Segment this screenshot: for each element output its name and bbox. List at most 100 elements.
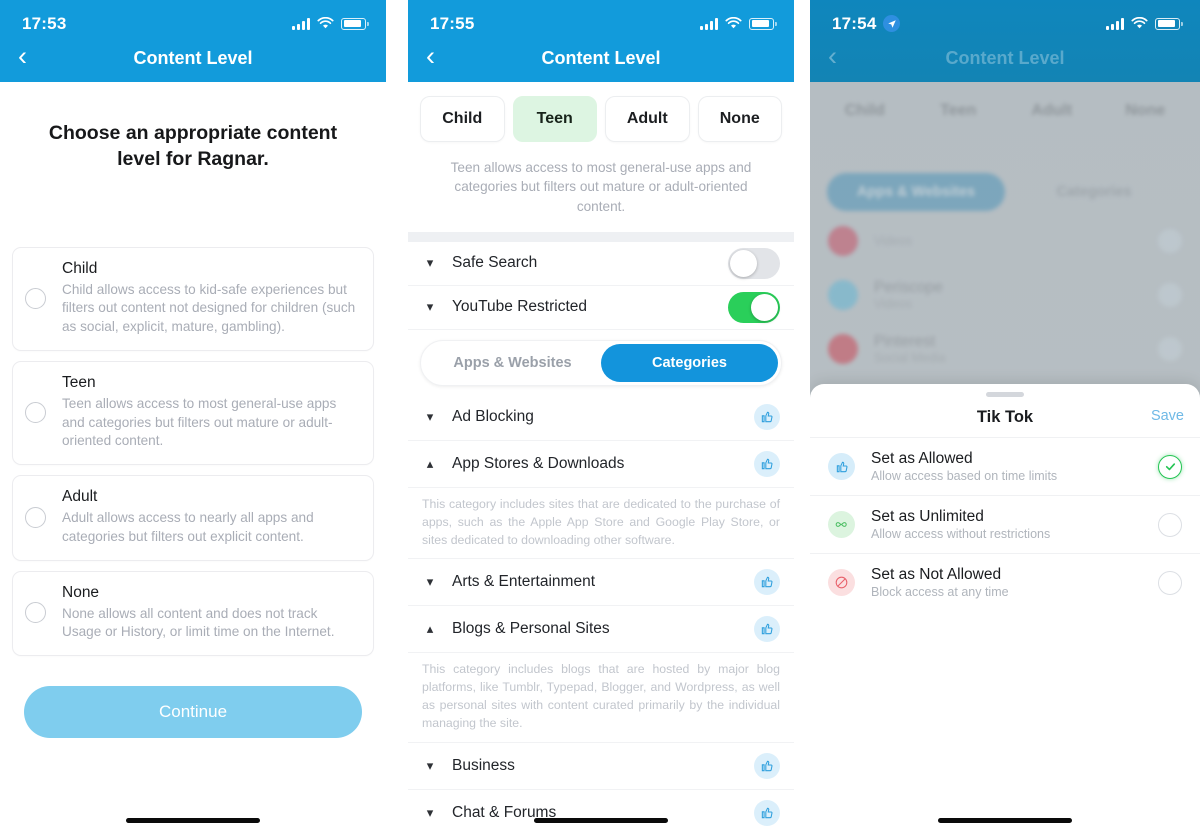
- option-set-as-not-allowed[interactable]: Set as Not Allowed Block access at any t…: [810, 553, 1200, 611]
- category-label: App Stores & Downloads: [452, 454, 625, 472]
- thumbs-up-icon[interactable]: [754, 403, 780, 430]
- level-teen-text: Teen Teen allows access to most general-…: [62, 374, 359, 451]
- tab-categories[interactable]: Categories: [601, 343, 778, 382]
- panel3-header: 17:54 ‹ Content Level: [810, 0, 1200, 82]
- level-pill-child: Child: [844, 102, 885, 119]
- cellular-bars-icon: [700, 17, 718, 30]
- thumbs-up-icon[interactable]: [754, 799, 780, 826]
- option-set-as-allowed[interactable]: Set as Allowed Allow access based on tim…: [810, 437, 1200, 495]
- chevron-up-icon[interactable]: ▴: [422, 621, 438, 637]
- app-icon: [828, 334, 858, 364]
- panel1-status-icons: [292, 17, 369, 30]
- back-button[interactable]: ‹: [18, 42, 27, 70]
- phone-screen-app-permission-sheet: 17:54 ‹ Content Level Child Teen Adult N…: [810, 0, 1200, 835]
- chevron-down-icon[interactable]: ▾: [422, 574, 438, 590]
- panel2-navbar: ‹ Content Level: [408, 34, 794, 82]
- back-button[interactable]: ‹: [426, 42, 435, 70]
- option-text: Set as Not Allowed Block access at any t…: [871, 566, 1142, 600]
- phone-screen-content-level-chooser: 17:53 ‹ Content Level Choose an appropri…: [0, 0, 386, 835]
- level-pill-teen: Teen: [940, 102, 977, 119]
- chevron-down-icon[interactable]: ▾: [422, 805, 438, 821]
- radio-set-as-allowed[interactable]: [1158, 454, 1182, 479]
- category-row-arts-entertainment[interactable]: ▾ Arts & Entertainment: [408, 559, 794, 607]
- chevron-down-icon[interactable]: ▾: [422, 299, 438, 315]
- app-name: Periscope: [874, 279, 943, 297]
- level-child-title: Child: [62, 259, 98, 277]
- thumbs-up-icon[interactable]: [754, 616, 780, 643]
- chevron-up-icon[interactable]: ▴: [422, 456, 438, 472]
- cellular-bars-icon: [1106, 17, 1124, 30]
- category-label: Blogs & Personal Sites: [452, 620, 610, 638]
- option-set-as-unlimited[interactable]: Set as Unlimited Allow access without re…: [810, 495, 1200, 553]
- app-text: Pinterest Social Media: [874, 333, 1142, 365]
- status-clock: 17:55: [430, 13, 475, 33]
- radio-teen[interactable]: [25, 402, 46, 423]
- category-row-business[interactable]: ▾ Business: [408, 743, 794, 790]
- thumbs-up-icon[interactable]: [754, 569, 780, 596]
- level-option-teen[interactable]: Teen Teen allows access to most general-…: [12, 360, 374, 466]
- panel2-status-icons: [700, 17, 777, 30]
- category-list: ▾ Ad Blocking ▴ App Stores & Downloads T…: [408, 394, 794, 835]
- status-clock: 17:54: [832, 13, 877, 33]
- panel2-clock-wrap: 17:55: [430, 14, 474, 34]
- status-clock: 17:53: [22, 13, 67, 33]
- level-none-text: None None allows all content and does no…: [62, 584, 359, 643]
- level-pill-child[interactable]: Child: [420, 96, 505, 142]
- radio-child[interactable]: [25, 287, 46, 309]
- radio-adult[interactable]: [25, 506, 46, 528]
- panel1-body: Choose an appropriate content level for …: [0, 120, 386, 739]
- instruction-heading: Choose an appropriate content level for …: [48, 122, 338, 171]
- chevron-down-icon[interactable]: ▾: [422, 409, 438, 425]
- level-pill-none[interactable]: None: [697, 96, 782, 142]
- level-adult-text: Adult Adult allows access to nearly all …: [62, 488, 359, 547]
- back-button[interactable]: ‹: [828, 42, 837, 70]
- level-pill-adult[interactable]: Adult: [605, 96, 690, 142]
- radio-none[interactable]: [25, 602, 46, 624]
- continue-button[interactable]: Continue: [24, 686, 362, 739]
- category-row-app-stores[interactable]: ▴ App Stores & Downloads: [408, 441, 794, 488]
- setting-row-youtube-restricted[interactable]: ▾ YouTube Restricted: [408, 286, 794, 330]
- app-category: Social Media: [874, 350, 946, 365]
- chevron-down-icon[interactable]: ▾: [422, 758, 438, 774]
- option-title: Set as Unlimited: [871, 507, 984, 525]
- level-option-none[interactable]: None None allows all content and does no…: [12, 570, 374, 657]
- category-description-blogs: This category includes blogs that are ho…: [408, 653, 794, 743]
- category-row-ad-blocking[interactable]: ▾ Ad Blocking: [408, 394, 794, 441]
- toggle-youtube-restricted[interactable]: [728, 291, 780, 323]
- category-label: Business: [452, 756, 515, 774]
- three-phone-screenshots: 17:53 ‹ Content Level Choose an appropri…: [0, 0, 1200, 835]
- sheet-header: Tik Tok Save: [810, 397, 1200, 437]
- radio-set-as-not-allowed[interactable]: [1158, 570, 1182, 595]
- category-row-blogs-personal-sites[interactable]: ▴ Blogs & Personal Sites: [408, 606, 794, 654]
- thumbs-up-icon[interactable]: [754, 450, 780, 477]
- level-pill-teen[interactable]: Teen: [512, 96, 597, 142]
- app-row: Pinterest Social Media: [810, 322, 1200, 376]
- setting-row-safe-search[interactable]: ▾ Safe Search: [408, 242, 794, 286]
- thumbs-up-icon[interactable]: [754, 752, 780, 779]
- option-subtitle: Allow access based on time limits: [871, 469, 1058, 484]
- level-teen-title: Teen: [62, 373, 96, 391]
- option-text: Set as Unlimited Allow access without re…: [871, 508, 1142, 542]
- option-subtitle: Allow access without restrictions: [871, 527, 1051, 542]
- tab-apps-websites[interactable]: Apps & Websites: [424, 344, 601, 382]
- toggle-safe-search[interactable]: [728, 247, 780, 279]
- wifi-icon: [1131, 17, 1148, 29]
- setting-label-safe-search: Safe Search: [452, 254, 538, 272]
- level-option-child[interactable]: Child Child allows access to kid-safe ex…: [12, 246, 374, 351]
- level-child-text: Child Child allows access to kid-safe ex…: [62, 260, 359, 337]
- check-icon: [1165, 463, 1175, 471]
- category-row-chat-forums[interactable]: ▾ Chat & Forums: [408, 790, 794, 835]
- level-option-adult[interactable]: Adult Adult allows access to nearly all …: [12, 475, 374, 561]
- toggle-knob: [751, 293, 778, 321]
- radio-set-as-unlimited[interactable]: [1158, 512, 1182, 537]
- panel2-header: 17:55 ‹ Content Level: [408, 0, 794, 82]
- panel3-status-icons: [1106, 17, 1183, 30]
- home-indicator: [126, 818, 260, 823]
- app-row: Periscope Videos: [810, 268, 1200, 322]
- chevron-down-icon[interactable]: ▾: [422, 255, 438, 271]
- location-arrow-icon: [883, 15, 901, 32]
- battery-icon: [1155, 17, 1183, 30]
- app-icon: [828, 280, 858, 310]
- panel1-status-bar: 17:53: [0, 0, 386, 34]
- save-button[interactable]: Save: [1151, 408, 1184, 424]
